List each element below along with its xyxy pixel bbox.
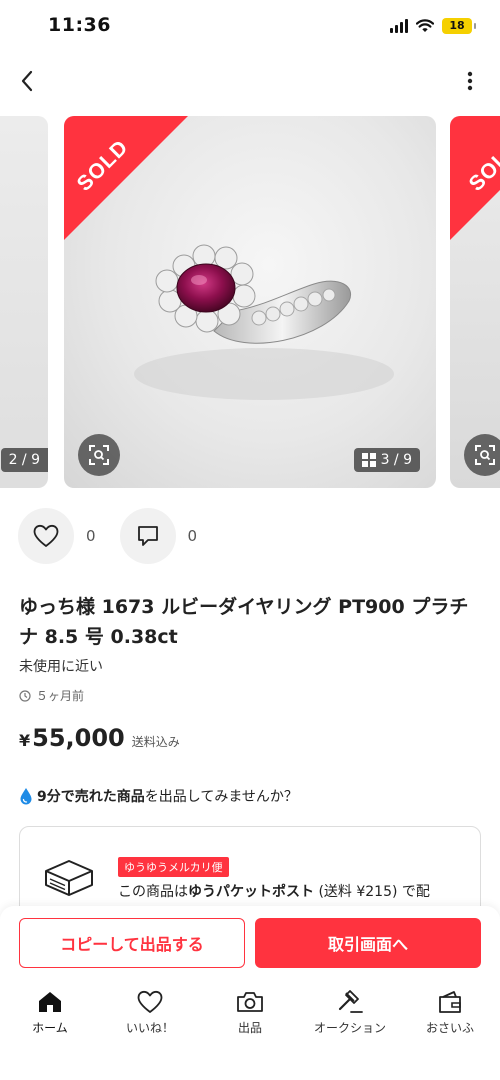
status-time: 11:36 <box>48 14 111 36</box>
image-counter-previous: 2 / 9 <box>0 448 48 472</box>
shipping-method-name: ゆうパケットポスト <box>188 884 314 900</box>
wallet-icon <box>439 991 461 1013</box>
comment-icon <box>137 526 158 546</box>
tab-label: オークション <box>313 1021 386 1035</box>
carousel-slide-next[interactable]: SOLD <box>450 116 500 488</box>
image-carousel[interactable]: 2 / 9 SOLD 3 / 9 SOLD <box>0 116 500 488</box>
more-vertical-icon <box>467 71 473 91</box>
price: ¥ 55,000 送料込み <box>19 724 180 752</box>
shipping-text-suffix: (送料 ¥215) で配 <box>314 884 430 900</box>
back-button[interactable] <box>12 64 42 98</box>
tab-wallet[interactable]: おさいふ <box>400 990 500 1050</box>
wifi-icon <box>416 19 434 32</box>
product-title: ゆっち様 1673 ルビーダイヤリング PT900 プラチナ 8.5 号 0.3… <box>19 596 469 648</box>
battery-indicator: 18 <box>442 18 476 34</box>
more-options-button[interactable] <box>458 66 482 96</box>
image-counter-text: 3 / 9 <box>380 452 412 468</box>
scan-icon <box>475 445 495 465</box>
chevron-left-icon <box>21 70 33 92</box>
tab-auction[interactable]: オークション <box>300 990 400 1050</box>
product-condition: 未使用に近い <box>19 659 103 675</box>
tab-label: 出品 <box>237 1021 262 1035</box>
home-icon <box>39 992 61 1012</box>
price-amount: 55,000 <box>32 724 125 752</box>
tab-sell[interactable]: 出品 <box>200 990 300 1050</box>
package-icon <box>45 860 93 896</box>
shipping-included-label: 送料込み <box>131 735 180 749</box>
engagement-row: 0 0 <box>18 508 221 564</box>
like-count: 0 <box>86 527 96 545</box>
grid-icon <box>361 453 376 467</box>
promo-highlight: 9分で売れた商品 <box>37 789 145 805</box>
image-counter-current[interactable]: 3 / 9 <box>353 448 420 472</box>
clock-icon <box>19 689 31 702</box>
listed-time: ５ヶ月前 <box>19 687 84 704</box>
image-search-button[interactable] <box>78 434 120 476</box>
water-drop-icon <box>20 788 32 805</box>
tab-label: おさいふ <box>425 1021 474 1035</box>
image-search-button[interactable] <box>464 434 500 476</box>
camera-icon <box>237 992 263 1012</box>
tab-label: いいね！ <box>125 1021 174 1035</box>
status-bar: 11:36 18 <box>0 0 500 56</box>
shipping-description: この商品はゆうパケットポスト (送料 ¥215) で配 <box>118 881 468 903</box>
bottom-action-bar: コピーして出品する 取引画面へ ホーム いいね！ 出品 オークション おさいふ <box>0 906 500 1080</box>
carousel-slide-current[interactable]: SOLD 3 / 9 <box>64 116 436 488</box>
signal-icon <box>390 19 408 33</box>
scan-icon <box>89 445 109 465</box>
heart-icon <box>137 990 163 1013</box>
heart-icon <box>33 524 59 547</box>
sell-similar-promo[interactable]: 9分で売れた商品を出品してみませんか？ <box>19 786 298 806</box>
shipping-text-prefix: この商品は <box>118 884 188 900</box>
currency-symbol: ¥ <box>19 731 31 750</box>
go-to-transaction-button[interactable]: 取引画面へ <box>255 918 481 968</box>
shipping-method-badge: ゆうゆうメルカリ便 <box>118 857 229 877</box>
image-counter-text: 2 / 9 <box>8 452 40 468</box>
listed-time-text: ５ヶ月前 <box>36 689 85 703</box>
sold-ribbon: SOLD <box>64 116 188 240</box>
comment-count: 0 <box>187 527 198 545</box>
promo-text: を出品してみませんか？ <box>144 789 298 805</box>
copy-and-list-button[interactable]: コピーして出品する <box>19 918 245 968</box>
gavel-icon <box>338 990 363 1013</box>
carousel-slide-previous[interactable]: 2 / 9 <box>0 116 48 488</box>
top-nav <box>0 56 500 106</box>
sold-ribbon: SOLD <box>450 116 500 240</box>
tab-label: ホーム <box>32 1021 68 1035</box>
tab-bar: ホーム いいね！ 出品 オークション おさいふ <box>0 990 500 1050</box>
comment-button[interactable] <box>119 508 176 564</box>
status-icons: 18 <box>390 18 476 34</box>
tab-home[interactable]: ホーム <box>0 990 100 1050</box>
like-button[interactable] <box>18 508 74 564</box>
tab-likes[interactable]: いいね！ <box>100 990 200 1050</box>
